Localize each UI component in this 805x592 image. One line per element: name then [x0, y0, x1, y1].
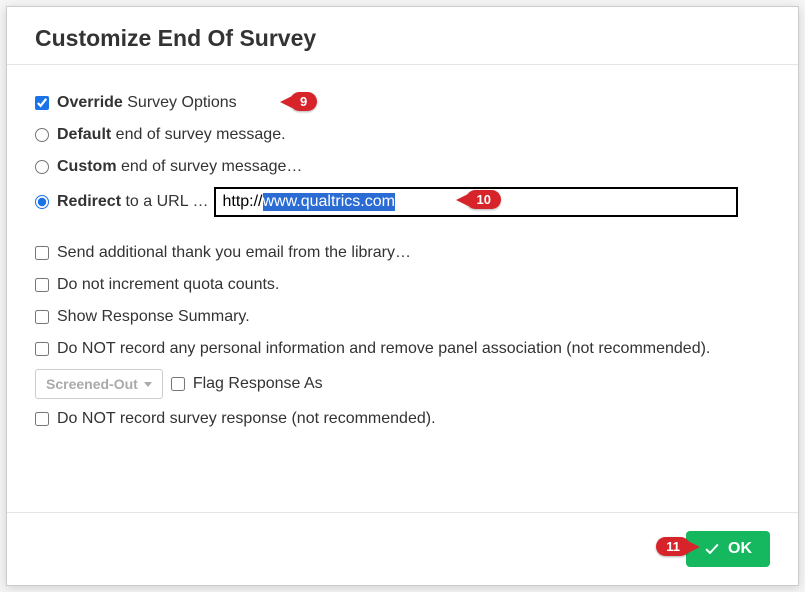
- ok-button[interactable]: OK: [686, 531, 770, 567]
- redirect-radio[interactable]: [35, 195, 49, 209]
- annotation-9: 9: [290, 92, 317, 111]
- row-flag: Screened-Out Flag Response As: [35, 369, 770, 399]
- check-icon: [704, 541, 720, 557]
- quota-checkbox[interactable]: [35, 278, 49, 292]
- row-override: Override Survey Options 9: [35, 91, 770, 115]
- modal-customize-end-of-survey: Customize End Of Survey Override Survey …: [6, 6, 799, 586]
- url-prefix: http://: [222, 193, 262, 211]
- screened-out-label: Screened-Out: [46, 376, 138, 392]
- thankyou-checkbox[interactable]: [35, 246, 49, 260]
- modal-header: Customize End Of Survey: [7, 7, 798, 64]
- flag-checkbox[interactable]: [171, 377, 185, 391]
- modal-body: Override Survey Options 9 Default end of…: [7, 65, 798, 512]
- summary-checkbox[interactable]: [35, 310, 49, 324]
- row-custom: Custom end of survey message…: [35, 155, 770, 179]
- row-default: Default end of survey message.: [35, 123, 770, 147]
- no-pii-checkbox[interactable]: [35, 342, 49, 356]
- default-label: Default end of survey message.: [57, 126, 286, 144]
- override-checkbox[interactable]: [35, 96, 49, 110]
- redirect-label: Redirect to a URL …: [57, 193, 208, 211]
- default-radio[interactable]: [35, 128, 49, 142]
- row-quota: Do not increment quota counts.: [35, 273, 770, 297]
- summary-label: Show Response Summary.: [57, 308, 250, 326]
- annotation-11: 11: [656, 537, 690, 556]
- no-record-checkbox[interactable]: [35, 412, 49, 426]
- row-no-pii: Do NOT record any personal information a…: [35, 337, 770, 361]
- no-record-label: Do NOT record survey response (not recom…: [57, 410, 436, 428]
- redirect-url-input[interactable]: http://www.qualtrics.com: [214, 187, 738, 217]
- row-summary: Show Response Summary.: [35, 305, 770, 329]
- modal-footer: 11 OK: [7, 512, 798, 585]
- custom-label: Custom end of survey message…: [57, 158, 302, 176]
- url-selected-text: www.qualtrics.com: [263, 193, 395, 211]
- thankyou-label: Send additional thank you email from the…: [57, 244, 411, 262]
- screened-out-dropdown[interactable]: Screened-Out: [35, 369, 163, 399]
- quota-label: Do not increment quota counts.: [57, 276, 279, 294]
- flag-label: Flag Response As: [193, 375, 323, 393]
- chevron-down-icon: [144, 382, 152, 387]
- row-thankyou: Send additional thank you email from the…: [35, 241, 770, 265]
- no-pii-label: Do NOT record any personal information a…: [57, 340, 710, 358]
- custom-radio[interactable]: [35, 160, 49, 174]
- ok-label: OK: [728, 540, 752, 558]
- row-redirect: Redirect to a URL … http://www.qualtrics…: [35, 187, 770, 217]
- override-label: Override Survey Options: [57, 94, 237, 112]
- row-no-record: Do NOT record survey response (not recom…: [35, 407, 770, 431]
- modal-title: Customize End Of Survey: [35, 25, 770, 52]
